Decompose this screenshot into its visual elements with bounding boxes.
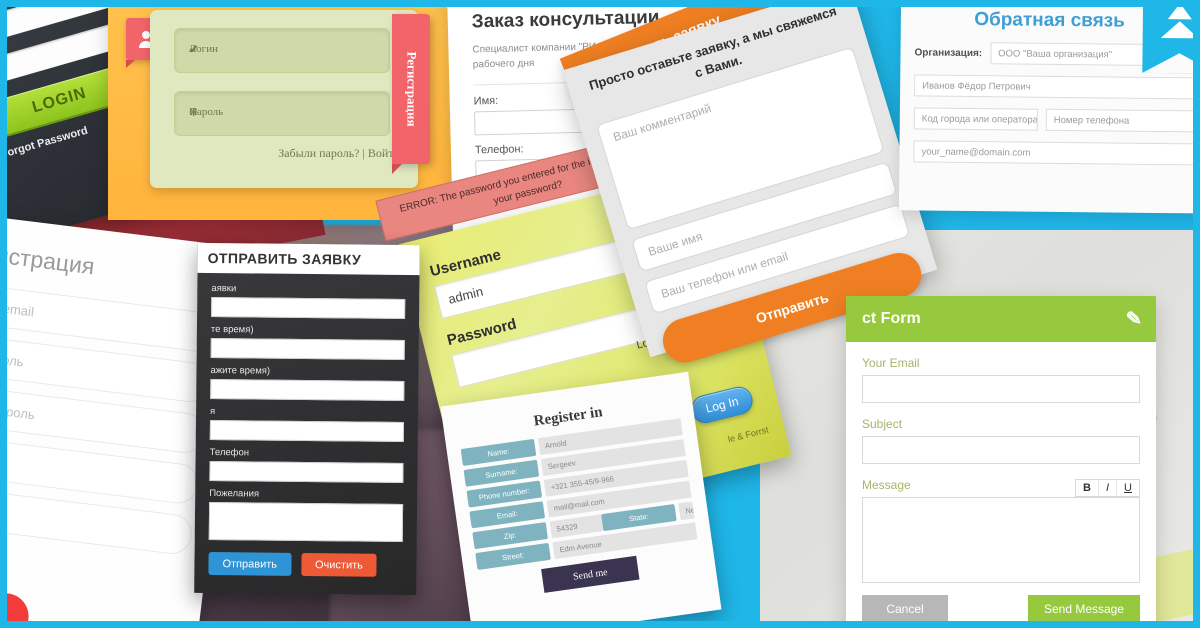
underline-button[interactable]: U	[1117, 480, 1139, 496]
log-in-button[interactable]: Log In	[688, 383, 756, 426]
send-request-label-phone: Телефон	[209, 446, 250, 459]
contact-cancel-button[interactable]: Cancel	[862, 595, 948, 623]
bold-button[interactable]: B	[1076, 480, 1099, 496]
organization-label: Организация:	[914, 46, 983, 59]
contact-email-label: Your Email	[862, 356, 920, 370]
italic-button[interactable]: I	[1099, 480, 1118, 496]
pyramid-base-glyph	[1160, 20, 1199, 39]
pyramid-top-glyph	[1167, 3, 1193, 20]
contact-form-header: ct Form ✎	[846, 296, 1156, 342]
feedback-row-name: Иванов Фёдор Петрович	[914, 74, 1200, 100]
register-state-value[interactable]: New York, NY	[678, 501, 695, 521]
send-request-input-3[interactable]	[209, 419, 404, 443]
asterisk-icon: ❋	[189, 107, 199, 119]
contact-message-textarea[interactable]	[862, 497, 1140, 583]
terms-text: le & Forrst	[726, 424, 770, 445]
city-code-input[interactable]: Код города или оператора	[913, 107, 1038, 131]
collage-canvas: B I LOGIN Forgot Password Me Логин ✔ Пар…	[0, 0, 1200, 628]
feedback-row-email: your_name@domain.com	[913, 140, 1200, 166]
contact-message-row: Message B I U	[862, 478, 1140, 497]
contact-form-card: ct Form ✎ Your Email Subject Message B I…	[846, 296, 1156, 628]
send-request-input-2[interactable]	[210, 378, 405, 402]
register-zip-value[interactable]: 54329	[549, 514, 604, 539]
send-request-wishes-label: Пожелания	[209, 487, 260, 500]
password-input[interactable]: Пароль ❋	[174, 91, 390, 136]
send-request-label-2: ажите время)	[210, 364, 271, 377]
login-links[interactable]: Забыли пароль? | Войти	[150, 146, 400, 161]
feedback-card: Обратная связь Организация: ООО "Ваша ор…	[898, 0, 1200, 214]
pencil-icon: ✎	[1125, 308, 1143, 331]
contact-form-title: ct Form	[862, 310, 921, 327]
send-request-input-0[interactable]	[211, 296, 406, 320]
login-input[interactable]: Логин ✔	[174, 28, 390, 73]
send-request-buttons: Отправить Очистить	[208, 551, 402, 577]
send-request-phone-input[interactable]	[209, 460, 404, 484]
contact-subject-input[interactable]	[862, 436, 1140, 464]
registration-submit-button[interactable]: Я	[0, 581, 32, 628]
contact-form-buttons: Cancel Send Message	[846, 583, 1156, 623]
check-icon: ✔	[189, 44, 199, 56]
send-request-submit-button[interactable]: Отправить	[208, 551, 292, 576]
register-send-button[interactable]: Send me	[541, 555, 640, 593]
contact-name-input[interactable]: Иванов Фёдор Петрович	[914, 74, 1200, 100]
send-request-label-3: я	[210, 405, 216, 418]
feedback-row-phone: Код города или оператора Номер телефона	[913, 107, 1200, 133]
orange-login-card: Логин ✔ Пароль ❋ Забыли пароль? | Войти …	[108, 0, 456, 220]
register-tab-label: Регистрация	[404, 51, 419, 127]
phone-number-input[interactable]: Номер телефона	[1045, 108, 1200, 133]
register-in-card: Register in Name: Arnold Surname: Sergee…	[440, 371, 722, 628]
send-request-input-1[interactable]	[210, 337, 405, 361]
send-request-clear-button[interactable]: Очистить	[300, 552, 378, 577]
register-tab[interactable]: Регистрация	[392, 14, 430, 174]
send-request-title: ОТПРАВИТЬ ЗАЯВКУ	[197, 242, 420, 276]
send-request-wishes-textarea[interactable]	[208, 501, 404, 543]
login-panel: Логин ✔ Пароль ❋ Забыли пароль? | Войти	[150, 10, 418, 188]
contact-subject-label: Subject	[862, 417, 903, 431]
send-request-label-0: аявки	[211, 282, 237, 295]
registration-title: Регистрация	[0, 237, 96, 280]
send-request-label-1: те время)	[210, 323, 254, 336]
email-input-feedback[interactable]: your_name@domain.com	[913, 140, 1200, 166]
contact-form-body: Your Email Subject Message B I U	[846, 342, 1156, 583]
pyramid-bookmark-icon	[1142, 0, 1200, 74]
send-request-card: ОТПРАВИТЬ ЗАЯВКУ аявки те время) ажите в…	[194, 242, 420, 596]
contact-send-button[interactable]: Send Message	[1028, 595, 1140, 623]
text-format-toolbar: B I U	[1075, 479, 1140, 497]
contact-email-input[interactable]	[862, 375, 1140, 403]
contact-message-label: Message	[862, 478, 911, 492]
